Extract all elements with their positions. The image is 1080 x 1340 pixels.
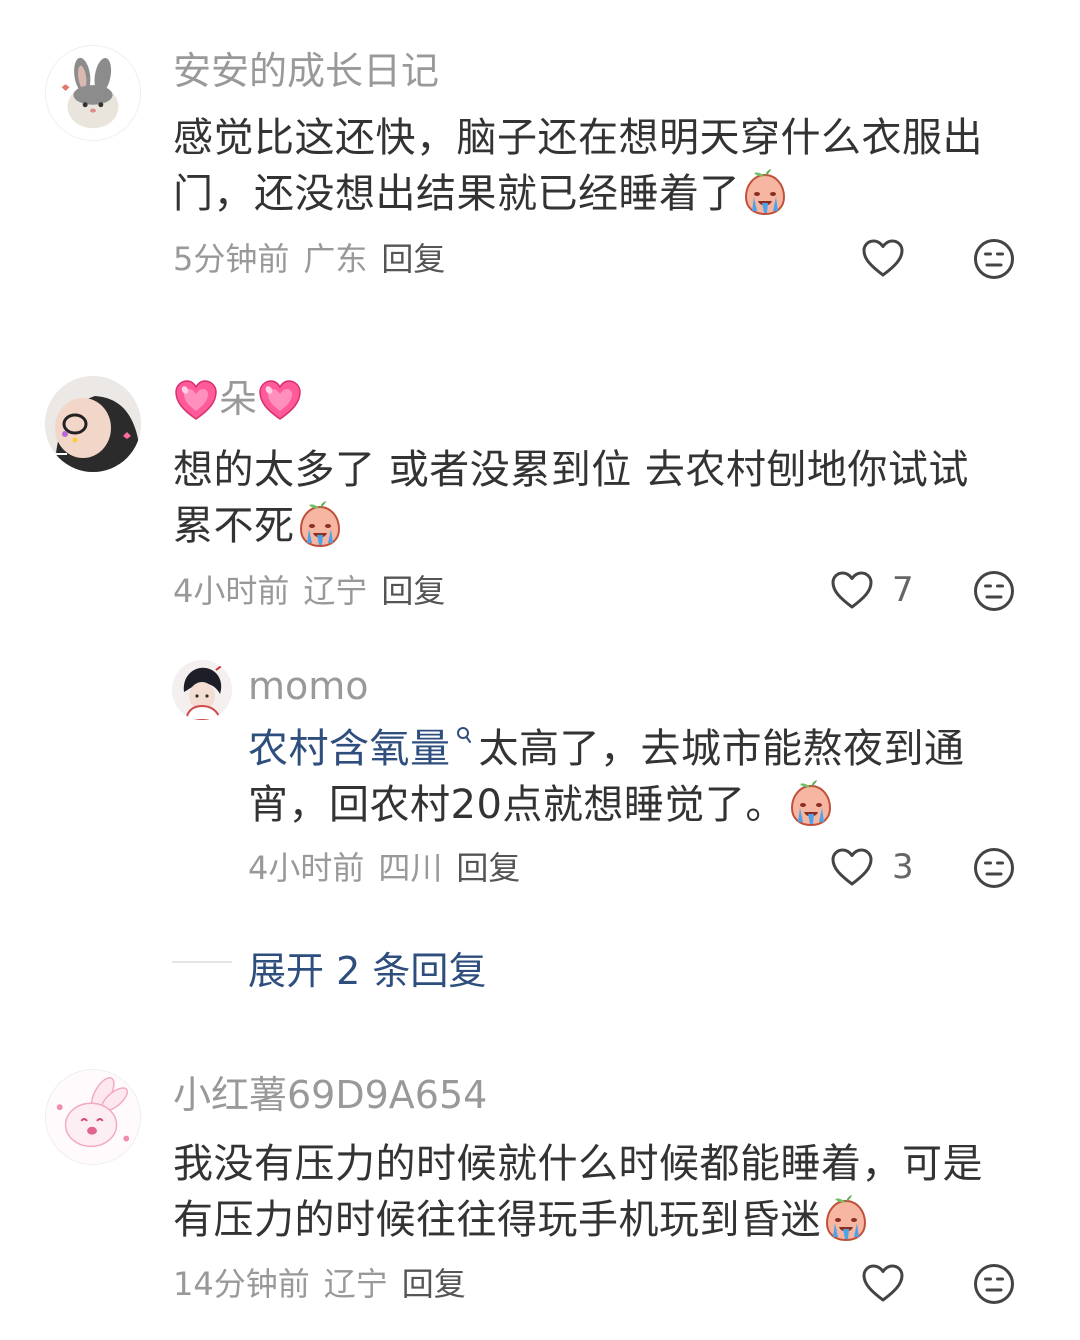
expand-replies-button[interactable]: 展开 2 条回复 xyxy=(248,940,486,995)
reply-button[interactable]: 回复 xyxy=(402,1265,466,1303)
like-button[interactable]: 3 xyxy=(830,847,914,887)
reply-button[interactable]: 回复 xyxy=(456,849,520,887)
reply-meta: 4小时前 四川 回复 xyxy=(248,852,534,884)
pink-heart-emoji xyxy=(257,378,303,422)
reply-text: 农村含氧量 太高了，去城市能熬夜到通宵，回农村20点就想睡觉了。 xyxy=(248,726,965,828)
timestamp: 5分钟前 xyxy=(173,240,290,278)
comment-meta: 14分钟前 辽宁 回复 xyxy=(173,1268,480,1300)
comment-meta: 5分钟前 广东 回复 xyxy=(173,243,459,275)
crying-peach-emoji xyxy=(295,499,345,549)
avatar[interactable] xyxy=(45,45,141,141)
heart-outline-icon xyxy=(861,1263,905,1303)
like-button[interactable]: 7 xyxy=(830,570,914,610)
timestamp: 14分钟前 xyxy=(173,1265,310,1303)
search-link[interactable]: 农村含氧量 xyxy=(248,726,451,772)
comment-text: 我没有压力的时候就什么时候都能睡着，可是有压力的时候往往得玩手机玩到昏迷 xyxy=(173,1141,983,1243)
reply-button[interactable]: 回复 xyxy=(381,240,445,278)
like-button[interactable] xyxy=(861,1263,905,1303)
comment-text: 想的太多了 或者没累到位 去农村刨地你试试累不死 xyxy=(173,447,969,549)
like-count: 7 xyxy=(892,570,914,610)
pink-heart-emoji xyxy=(173,378,219,422)
neutral-face-icon[interactable] xyxy=(973,1263,1015,1305)
bunny-avatar-icon xyxy=(46,46,140,140)
timestamp: 4小时前 xyxy=(173,572,290,610)
reply-username[interactable]: momo xyxy=(248,667,369,705)
avatar[interactable] xyxy=(45,376,141,472)
like-count: 3 xyxy=(892,847,914,887)
location: 辽宁 xyxy=(303,572,368,610)
crying-peach-emoji xyxy=(821,1193,871,1243)
comment-text: 感觉比这还快，脑子还在想明天穿什么衣服出门，还没想出结果就已经睡着了 xyxy=(173,115,983,217)
neutral-face-icon[interactable] xyxy=(973,238,1015,280)
location: 辽宁 xyxy=(323,1265,388,1303)
expand-divider xyxy=(172,961,232,963)
search-icon[interactable] xyxy=(455,726,473,748)
anime-boy-avatar-icon xyxy=(172,660,232,720)
location: 广东 xyxy=(303,240,368,278)
comment-meta: 4小时前 辽宁 回复 xyxy=(173,575,459,607)
heart-outline-icon xyxy=(861,238,905,278)
username[interactable]: 小红薯69D9A654 xyxy=(173,1076,487,1114)
neutral-face-icon[interactable] xyxy=(973,570,1015,612)
crying-peach-emoji xyxy=(740,167,790,217)
like-button[interactable] xyxy=(861,238,905,278)
heart-outline-icon xyxy=(830,847,874,887)
girl-photo-avatar-icon xyxy=(45,376,141,472)
avatar[interactable] xyxy=(45,1069,141,1165)
username[interactable]: 安安的成长日记 xyxy=(173,52,439,90)
pink-rabbit-avatar-icon xyxy=(46,1070,140,1164)
location: 四川 xyxy=(378,849,443,887)
username[interactable]: 朵 xyxy=(173,378,303,422)
heart-outline-icon xyxy=(830,570,874,610)
timestamp: 4小时前 xyxy=(248,849,365,887)
neutral-face-icon[interactable] xyxy=(973,847,1015,889)
reply-button[interactable]: 回复 xyxy=(381,572,445,610)
avatar[interactable] xyxy=(172,660,232,720)
crying-peach-emoji xyxy=(786,778,836,828)
